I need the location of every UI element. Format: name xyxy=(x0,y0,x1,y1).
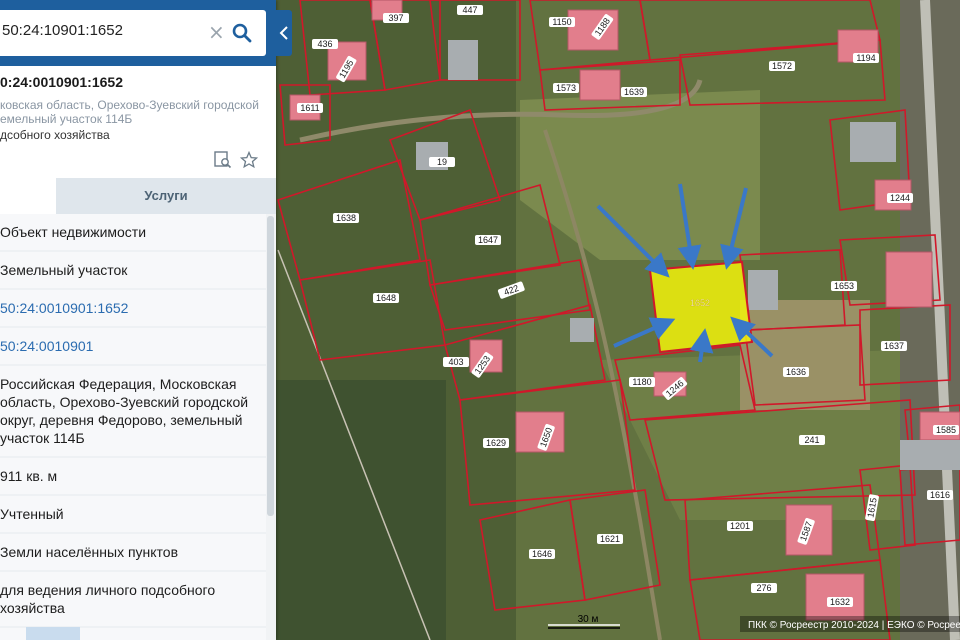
parcel-label: 1572 xyxy=(772,61,792,71)
detail-row: Российская Федерация, Московская область… xyxy=(0,366,266,458)
info-panel: × 0:24:0010901:1652 ковская область, Оре… xyxy=(0,0,276,640)
parcel-label: 403 xyxy=(448,357,463,367)
field xyxy=(740,300,870,410)
parcel-label: 1611 xyxy=(300,103,319,113)
building xyxy=(579,69,621,101)
parcel-label: 1201 xyxy=(730,521,750,531)
building xyxy=(885,251,933,308)
scale-label: 30 м xyxy=(578,614,599,625)
map-attribution: ПКК © Росреестр 2010-2024 | ЕЭКО © Росре… xyxy=(748,620,960,631)
search-input[interactable] xyxy=(2,22,202,39)
search-icon[interactable] xyxy=(232,23,252,43)
detail-row: 911 кв. м xyxy=(0,458,266,496)
search-box: × xyxy=(0,10,266,56)
parcel-label: 1632 xyxy=(830,597,850,607)
clear-icon[interactable]: × xyxy=(208,22,226,42)
parcel-label: 1648 xyxy=(376,293,396,303)
detail-row: Земельный участок xyxy=(0,252,266,290)
parcel-label: 436 xyxy=(317,39,332,49)
parcel-label: 276 xyxy=(756,583,771,593)
roof xyxy=(900,440,960,470)
parcel-label: 1629 xyxy=(486,438,506,448)
chevron-left-icon xyxy=(279,26,288,40)
parcel-label: 1244 xyxy=(890,193,910,203)
detail-row[interactable]: 50:24:0010901:1652 xyxy=(0,290,266,328)
scrollbar-thumb[interactable] xyxy=(267,216,274,516)
collapse-panel-button[interactable] xyxy=(276,10,292,56)
star-icon[interactable] xyxy=(240,151,258,169)
details-list: Объект недвижимости Земельный участок 50:2… xyxy=(0,214,266,640)
parcel-label: 1573 xyxy=(556,83,576,93)
selected-parcel-label: 1652 xyxy=(690,298,710,308)
parcel-label: 1194 xyxy=(856,53,875,63)
tab-info[interactable] xyxy=(0,178,56,214)
parcel-label: 19 xyxy=(437,157,447,167)
forest-area xyxy=(276,380,446,640)
roof xyxy=(850,122,896,162)
roof xyxy=(448,40,478,80)
permitted-use: дсобного хозяйства xyxy=(0,128,110,142)
parcel-label: 397 xyxy=(388,13,403,23)
parcel-label: 447 xyxy=(462,5,477,15)
object-address: ковская область, Орехово-Зуевский городс… xyxy=(0,98,259,126)
parcel-label: 1647 xyxy=(478,235,498,245)
detail-row[interactable]: 50:24:0010901 xyxy=(0,328,266,366)
map-search-icon[interactable] xyxy=(214,151,232,169)
roof xyxy=(748,270,778,310)
panel-tabs: Услуги xyxy=(0,178,276,214)
parcel-label: 1639 xyxy=(624,87,644,97)
detail-row: Объект недвижимости xyxy=(0,214,266,252)
detail-row: Учтенный xyxy=(0,496,266,534)
parcel-label: 1646 xyxy=(532,549,552,559)
detail-row: Земли населённых пунктов xyxy=(0,534,266,572)
parcel-label: 1653 xyxy=(834,281,854,291)
parcel-label: 1636 xyxy=(786,367,806,377)
parcel-label: 241 xyxy=(804,435,819,445)
cadastral-number-title: 0:24:0010901:1652 xyxy=(0,74,123,90)
parcel-label: 1621 xyxy=(600,534,620,544)
parcel-label: 1616 xyxy=(930,490,950,500)
parcel-label: 1585 xyxy=(936,425,956,435)
detail-row: для ведения личного подсобного хозяйства xyxy=(0,572,266,628)
parcel-label: 1638 xyxy=(336,213,356,223)
tab-services[interactable]: Услуги xyxy=(56,178,276,214)
parcel-label: 1150 xyxy=(552,17,571,27)
parcel-label: 1180 xyxy=(632,377,651,387)
roof xyxy=(570,318,594,342)
parcel-label: 1637 xyxy=(884,341,904,351)
bottom-action-button[interactable] xyxy=(26,627,80,640)
search-bar: × xyxy=(0,0,276,66)
